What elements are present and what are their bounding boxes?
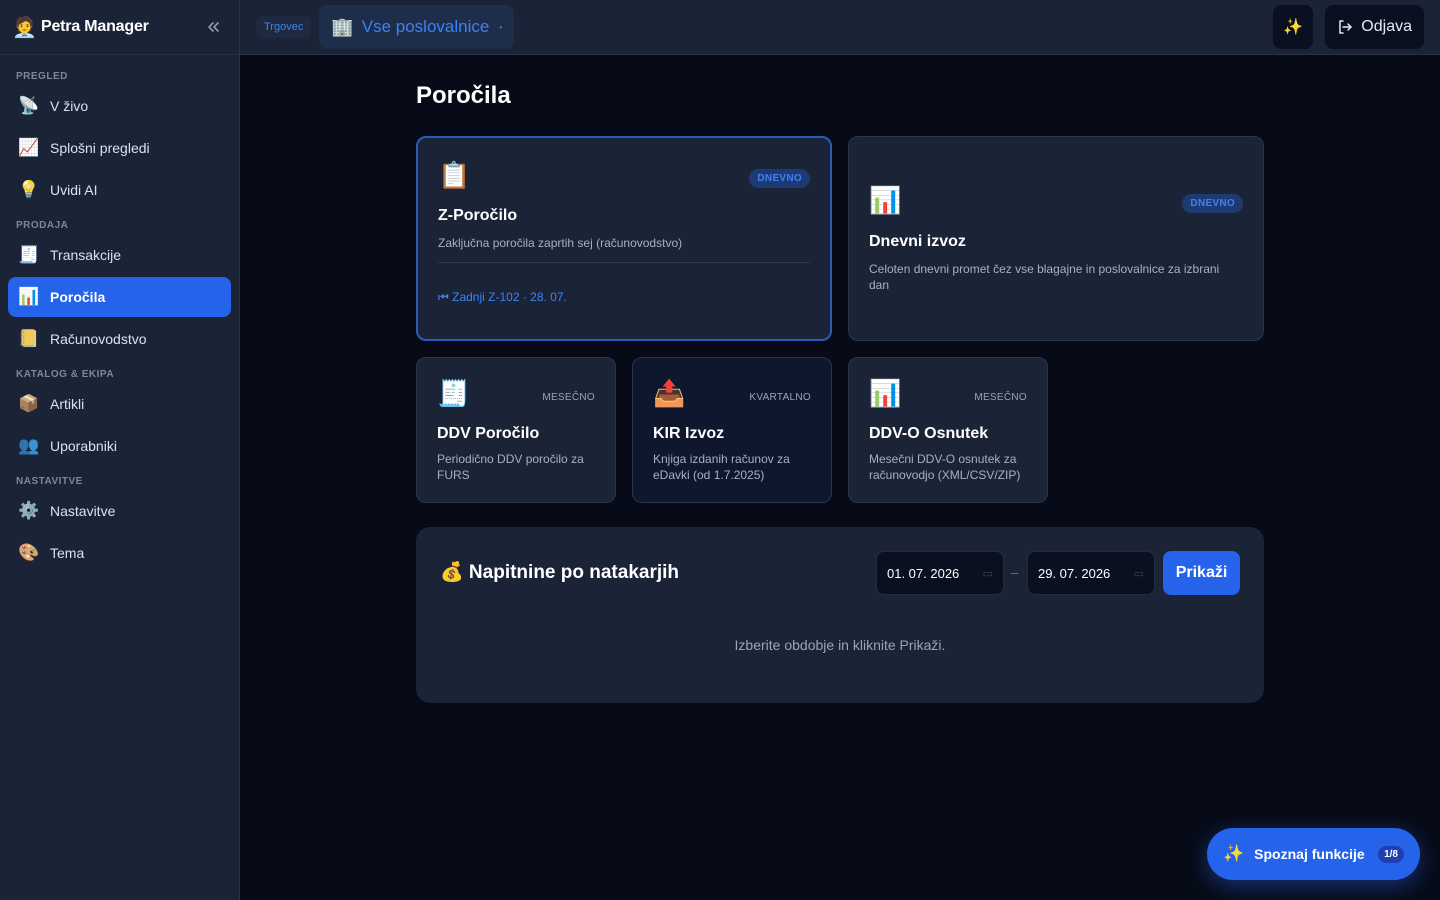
- location-selector[interactable]: 🏢 Vse poslovalnice •: [319, 5, 515, 49]
- bar-chart-icon: 📊: [869, 185, 902, 215]
- sidebar-item-label: V živo: [50, 98, 89, 114]
- z-report-card[interactable]: 📋 DNEVNO Z-Poročilo Zaključna poročila z…: [416, 136, 832, 341]
- frequency-badge: DNEVNO: [1182, 194, 1243, 213]
- calendar-icon[interactable]: ▭: [983, 567, 993, 580]
- bar-chart-icon: 📊: [869, 378, 902, 408]
- page-title: Poročila: [416, 82, 511, 109]
- sparkle-icon: ✨: [1223, 844, 1245, 863]
- sidebar-item-icon: 📊: [18, 287, 40, 306]
- card-description: Periodično DDV poročilo za FURS: [437, 452, 584, 482]
- sidebar-item-splošni-pregledi[interactable]: 📈 Splošni pregledi: [8, 128, 231, 168]
- ddv-o-draft-card[interactable]: 📊 MESEČNO DDV-O Osnutek Mesečni DDV-O os…: [848, 357, 1048, 503]
- frequency-badge: DNEVNO: [749, 169, 810, 188]
- brand: 🧑‍💼 Petra Manager: [0, 0, 239, 55]
- sidebar-item-label: Tema: [50, 545, 85, 561]
- sidebar-item-label: Artikli: [50, 396, 85, 412]
- frequency-badge: KVARTALNO: [749, 392, 811, 403]
- sidebar-item-transakcije[interactable]: 🧾 Transakcije: [8, 235, 231, 275]
- date-from-input[interactable]: 01. 07. 2026 ▭: [876, 551, 1004, 595]
- sidebar-item-tema[interactable]: 🎨 Tema: [8, 533, 231, 573]
- outbox-icon: 📤: [653, 378, 686, 408]
- topbar: Trgovec 🏢 Vse poslovalnice • ✨ Odjava: [240, 0, 1440, 55]
- card-description: Celoten dnevni promet čez vse blagajne i…: [869, 262, 1220, 292]
- kir-export-card[interactable]: 📤 KVARTALNO KIR Izvoz Knjiga izdanih rač…: [632, 357, 832, 503]
- sidebar-item-icon: 🧾: [18, 245, 40, 264]
- sidebar-item-uvidi-ai[interactable]: 💡 Uvidi AI: [8, 170, 231, 210]
- collapse-sidebar-icon[interactable]: [199, 13, 227, 41]
- sidebar-item-label: Računovodstvo: [50, 331, 147, 347]
- sidebar-item-računovodstvo[interactable]: 📒 Računovodstvo: [8, 319, 231, 359]
- card-title: Dnevni izvoz: [869, 233, 966, 250]
- empty-state-message: Izberite obdobje in kliknite Prikaži.: [734, 637, 946, 653]
- building-icon: 🏢: [331, 16, 354, 37]
- sidebar-item-label: Uvidi AI: [50, 182, 98, 198]
- sidebar-item-icon: 📡: [18, 96, 40, 115]
- sidebar-item-icon: 🎨: [18, 543, 40, 562]
- date-from-value: 01. 07. 2026: [887, 565, 960, 581]
- sidebar-section-label: PRODAJA: [16, 220, 69, 231]
- sidebar-section-label: NASTAVITVE: [16, 476, 83, 487]
- sparkle-icon: ✨: [1283, 19, 1304, 36]
- card-title: DDV-O Osnutek: [869, 425, 989, 442]
- chevron-down-icon: •: [499, 22, 503, 32]
- daily-export-card[interactable]: 📊 DNEVNO Dnevni izvoz Celoten dnevni pro…: [848, 136, 1264, 341]
- logout-icon: [1339, 20, 1353, 34]
- sidebar-item-v-živo[interactable]: 📡 V živo: [8, 86, 231, 126]
- receipt-icon: 🧾: [437, 378, 470, 408]
- sidebar-item-label: Uporabniki: [50, 438, 117, 454]
- sidebar-section-label: PREGLED: [16, 71, 68, 82]
- date-to-value: 29. 07. 2026: [1038, 565, 1111, 581]
- card-description: Mesečni DDV-O osnutek za računovodjo (XM…: [869, 452, 1021, 482]
- sidebar-nav: PREGLED 📡 V živo 📈 Splošni pregledi 💡 Uvidi AI…: [0, 55, 239, 573]
- clipboard-icon: 📋: [438, 160, 471, 190]
- last-z-report-link[interactable]: ⏮ Zadnji Z-102 · 28. 07.: [438, 290, 567, 305]
- app-name: Petra Manager: [41, 18, 149, 35]
- sidebar-item-label: Transakcije: [50, 247, 122, 263]
- logout-label: Odjava: [1361, 18, 1412, 35]
- frequency-badge: MESEČNO: [974, 392, 1027, 403]
- divider: [438, 262, 810, 263]
- card-title: DDV Poročilo: [437, 425, 540, 442]
- sidebar-item-icon: 📒: [18, 329, 40, 348]
- ddv-report-card[interactable]: 🧾 MESEČNO DDV Poročilo Periodično DDV po…: [416, 357, 616, 503]
- location-label: Vse poslovalnice: [361, 17, 490, 36]
- card-title: KIR Izvoz: [653, 425, 725, 442]
- sidebar-item-poročila[interactable]: 📊 Poročila: [8, 277, 231, 317]
- show-button[interactable]: Prikaži: [1163, 551, 1240, 595]
- sidebar-item-icon: ⚙️: [18, 501, 40, 520]
- sidebar-item-icon: 💡: [18, 180, 40, 199]
- sidebar: 🧑‍💼 Petra Manager PREGLED 📡 V živo 📈 Splošni…: [0, 0, 240, 900]
- card-description: Knjiga izdanih računov za eDavki (od 1.7…: [653, 452, 790, 482]
- logo-icon: 🧑‍💼: [12, 16, 37, 39]
- logout-button[interactable]: Odjava: [1325, 5, 1424, 49]
- calendar-icon[interactable]: ▭: [1134, 567, 1144, 580]
- tips-by-waiter-panel: 💰 Napitnine po natakarjih 01. 07. 2026 ▭…: [416, 527, 1264, 703]
- sidebar-item-artikli[interactable]: 📦 Artikli: [8, 384, 231, 424]
- card-title: Z-Poročilo: [438, 207, 518, 224]
- feature-tour-button[interactable]: ✨ Spoznaj funkcije 1/8: [1207, 828, 1420, 880]
- ai-sparkle-button[interactable]: ✨: [1273, 5, 1314, 49]
- sidebar-item-nastavitve[interactable]: ⚙️ Nastavitve: [8, 491, 231, 531]
- panel-title: 💰 Napitnine po natakarjih: [440, 562, 680, 583]
- sidebar-item-icon: 📈: [18, 138, 40, 157]
- sidebar-item-label: Nastavitve: [50, 503, 116, 519]
- sidebar-item-label: Splošni pregledi: [50, 140, 150, 156]
- date-separator: –: [1011, 565, 1019, 580]
- sidebar-item-uporabniki[interactable]: 👥 Uporabniki: [8, 426, 231, 466]
- card-description: Zaključna poročila zaprtih sej (računovo…: [438, 236, 683, 250]
- tour-label: Spoznaj funkcije: [1254, 846, 1365, 862]
- role-badge: Trgovec: [256, 16, 312, 38]
- topbar-actions: ✨ Odjava: [1273, 5, 1424, 49]
- sidebar-item-icon: 📦: [18, 394, 40, 413]
- sidebar-item-icon: 👥: [18, 436, 40, 455]
- sidebar-item-label: Poročila: [50, 289, 106, 305]
- date-to-input[interactable]: 29. 07. 2026 ▭: [1027, 551, 1155, 595]
- frequency-badge: MESEČNO: [542, 392, 595, 403]
- tour-step-count: 1/8: [1378, 845, 1404, 863]
- sidebar-section-label: KATALOG & EKIPA: [16, 369, 115, 380]
